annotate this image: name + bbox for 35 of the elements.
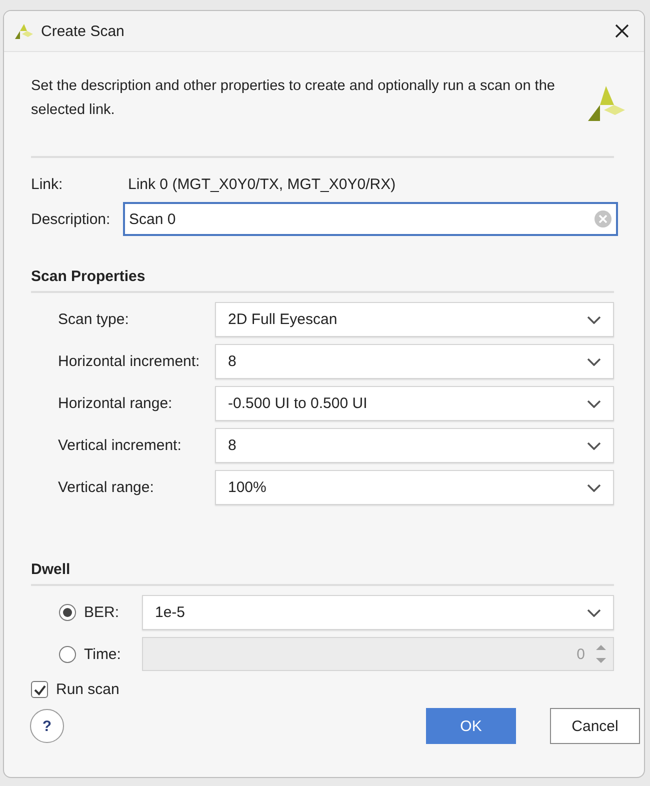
link-label: Link: bbox=[31, 176, 64, 192]
radio-label: BER: bbox=[84, 604, 120, 621]
logo-icon bbox=[586, 84, 626, 124]
chevron-down-icon bbox=[587, 358, 601, 366]
chevron-down-icon bbox=[587, 442, 601, 450]
field-label: Scan type: bbox=[58, 311, 130, 328]
description-label: Description: bbox=[31, 210, 112, 228]
link-value: Link 0 (MGT_X0Y0/TX, MGT_X0Y0/RX) bbox=[128, 176, 396, 192]
cancel-button[interactable]: Cancel bbox=[550, 708, 640, 744]
dropdown[interactable]: -0.500 UI to 0.500 UI bbox=[215, 386, 614, 421]
dropdown[interactable]: 100% bbox=[215, 470, 614, 505]
chevron-down-icon bbox=[587, 316, 601, 324]
dropdown[interactable]: 8 bbox=[215, 344, 614, 379]
chevron-down-icon bbox=[587, 400, 601, 408]
description-field[interactable]: Scan 0 bbox=[123, 202, 618, 236]
window-title: Create Scan bbox=[41, 22, 126, 40]
dropdown[interactable]: 8 bbox=[215, 428, 614, 463]
dropdown[interactable]: 1e-5 bbox=[142, 595, 614, 630]
field-label: Vertical range: bbox=[58, 479, 155, 496]
checkbox-label: Run scan bbox=[56, 681, 120, 698]
close-icon[interactable] bbox=[614, 23, 630, 39]
checkbox[interactable] bbox=[31, 681, 48, 698]
dropdown[interactable]: 2D Full Eyescan bbox=[215, 302, 614, 337]
radio-button[interactable] bbox=[59, 604, 76, 621]
chevron-down-icon bbox=[587, 608, 601, 616]
field-label: Vertical increment: bbox=[58, 437, 182, 454]
section-heading: Dwell bbox=[31, 561, 72, 578]
help-button[interactable]: ? bbox=[30, 709, 64, 743]
intro-text: Set the description and other properties to create and optionally run a scan on the selected link. bbox=[31, 77, 556, 120]
field-label: Horizontal range: bbox=[58, 395, 174, 412]
radio-label: Time: bbox=[84, 646, 122, 662]
chevron-down-icon bbox=[587, 484, 601, 492]
section-heading: Scan Properties bbox=[31, 268, 146, 285]
ok-button[interactable]: OK bbox=[426, 708, 516, 744]
field-label: Horizontal increment: bbox=[58, 353, 201, 370]
